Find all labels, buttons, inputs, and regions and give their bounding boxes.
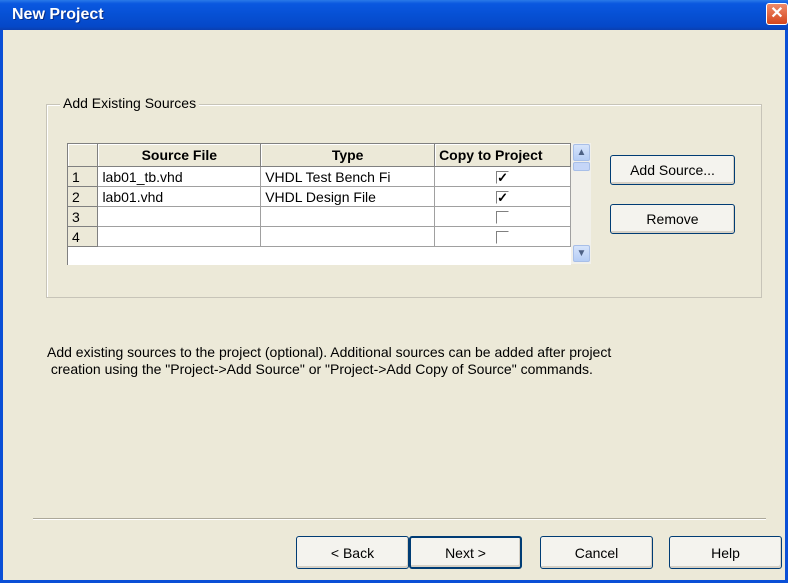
- back-button[interactable]: < Back: [296, 536, 409, 569]
- dialog-title: New Project: [12, 6, 104, 23]
- add-source-button[interactable]: Add Source...: [610, 155, 735, 185]
- row-number: 3: [68, 206, 99, 227]
- type-cell[interactable]: [260, 226, 436, 247]
- next-button[interactable]: Next >: [409, 536, 522, 569]
- close-icon[interactable]: ✕: [766, 3, 788, 25]
- copy-checkbox[interactable]: [496, 211, 510, 225]
- chevron-up-icon[interactable]: ▲: [573, 144, 590, 161]
- copy-to-project-cell[interactable]: ✓: [434, 186, 571, 207]
- column-header-type[interactable]: Type: [260, 144, 436, 167]
- copy-to-project-cell[interactable]: ✓: [434, 166, 571, 187]
- help-button[interactable]: Help: [669, 536, 782, 569]
- description-line: creation using the "Project->Add Source"…: [47, 361, 593, 377]
- type-cell[interactable]: VHDL Test Bench Fi: [260, 166, 436, 187]
- row-number: 1: [68, 166, 99, 187]
- copy-to-project-cell[interactable]: [434, 226, 571, 247]
- table-row[interactable]: 1 lab01_tb.vhd VHDL Test Bench Fi ✓: [68, 166, 571, 187]
- table-header-row: Source File Type Copy to Project: [68, 144, 571, 167]
- type-cell[interactable]: VHDL Design File: [260, 186, 436, 207]
- chevron-down-icon[interactable]: ▼: [573, 245, 590, 262]
- row-number: 2: [68, 186, 99, 207]
- title-bar[interactable]: New Project ✕: [0, 0, 788, 30]
- row-number-header: [68, 144, 99, 167]
- copy-checkbox[interactable]: [496, 231, 510, 245]
- remove-button[interactable]: Remove: [610, 204, 735, 234]
- copy-checkbox[interactable]: ✓: [496, 171, 510, 185]
- sources-table: Source File Type Copy to Project 1 lab01…: [67, 143, 571, 265]
- group-label: Add Existing Sources: [60, 95, 200, 111]
- source-file-cell[interactable]: lab01_tb.vhd: [97, 166, 262, 187]
- table-scrollbar[interactable]: ▲ ▼: [571, 143, 591, 264]
- source-file-cell[interactable]: [97, 226, 262, 247]
- column-header-source-file[interactable]: Source File: [97, 144, 262, 167]
- footer-separator: [33, 518, 766, 520]
- description-text: Add existing sources to the project (opt…: [47, 344, 767, 378]
- copy-checkbox[interactable]: ✓: [496, 191, 510, 205]
- copy-to-project-cell[interactable]: [434, 206, 571, 227]
- source-file-cell[interactable]: lab01.vhd: [97, 186, 262, 207]
- table-row[interactable]: 3: [68, 206, 571, 227]
- cancel-button[interactable]: Cancel: [540, 536, 653, 569]
- scrollbar-thumb[interactable]: [573, 162, 590, 171]
- table-row[interactable]: 4: [68, 226, 571, 247]
- source-file-cell[interactable]: [97, 206, 262, 227]
- row-number: 4: [68, 226, 99, 247]
- description-line: Add existing sources to the project (opt…: [47, 344, 612, 360]
- type-cell[interactable]: [260, 206, 436, 227]
- column-header-copy-to-project[interactable]: Copy to Project: [434, 144, 571, 167]
- table-row[interactable]: 2 lab01.vhd VHDL Design File ✓: [68, 186, 571, 207]
